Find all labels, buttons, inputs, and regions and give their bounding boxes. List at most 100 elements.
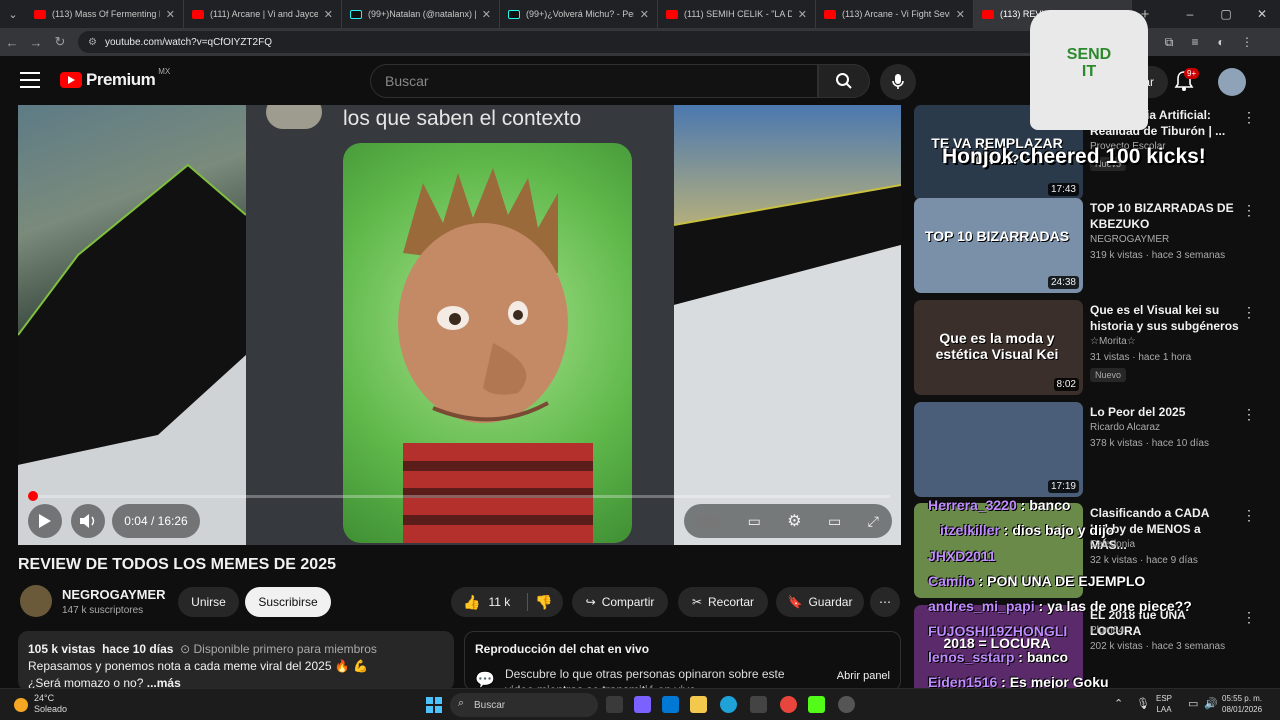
url-field[interactable]: ⚙ youtube.com/watch?v=qCfOIYZT2FQ ☆ — [78, 31, 1148, 53]
minimize-button[interactable]: – — [1172, 0, 1208, 28]
chat-message: JHXD2011 — [928, 548, 996, 564]
site-info-icon[interactable]: ⚙ — [88, 37, 97, 48]
browser-tab[interactable]: (113) Mass Of Fermenting Dreg ✕ — [26, 0, 184, 28]
subtitles-icon[interactable]: ▭ — [748, 513, 761, 530]
fullscreen-icon[interactable]: ⤢ — [868, 513, 879, 530]
more-options-icon[interactable]: ⋮ — [1242, 202, 1256, 219]
channel-name[interactable]: NEGROGAYMER — [1090, 234, 1169, 245]
join-button[interactable]: Unirse — [178, 587, 239, 617]
theater-mode-icon[interactable]: ▭ — [828, 513, 841, 530]
open-panel-button[interactable]: Abrir panel — [837, 670, 890, 682]
search-button[interactable] — [818, 64, 870, 98]
video-title[interactable]: TOP 10 BIZARRADAS DE KBEZUKO — [1090, 200, 1240, 232]
chrome-menu-icon[interactable]: ⋮ — [1234, 35, 1260, 49]
store-icon[interactable] — [662, 696, 679, 713]
browser-tab[interactable]: (111) SEMIH CELIK - "LA DOBLE ✕ — [658, 0, 816, 28]
tab-close-icon[interactable]: ✕ — [798, 8, 807, 21]
settings-gear-icon[interactable]: ⚙ — [787, 511, 801, 531]
more-actions-button[interactable]: ⋯ — [870, 587, 900, 617]
browser-tab[interactable]: (99+)Natalan (@natalanx) | Tik ✕ — [342, 0, 500, 28]
speaker-icon[interactable]: 🔊 — [1204, 697, 1218, 710]
save-button[interactable]: 🔖 Guardar — [776, 587, 864, 617]
subscribe-button[interactable]: Suscribirse — [245, 587, 331, 617]
tab-search-icon[interactable]: ⌄ — [0, 0, 26, 28]
edge-icon[interactable] — [720, 696, 737, 713]
scrubber-handle[interactable] — [28, 491, 38, 501]
language-indicator[interactable]: ESP LAA — [1156, 693, 1172, 715]
extensions-icon[interactable]: ⧉ — [1156, 35, 1182, 50]
account-avatar[interactable] — [1218, 68, 1246, 96]
channel-name[interactable]: NEGROGAYMER — [62, 587, 166, 602]
tab-close-icon[interactable]: ✕ — [166, 8, 175, 21]
country-code: MX — [158, 66, 171, 76]
browser-tab[interactable]: (99+)¿Volverá Michu? - Perspe ✕ — [500, 0, 658, 28]
more-options-icon[interactable]: ⋮ — [1242, 406, 1256, 423]
menu-icon[interactable] — [20, 72, 40, 88]
dislike-icon[interactable]: 👎 — [535, 594, 552, 611]
weather-widget[interactable]: 24°C Soleado — [34, 693, 67, 715]
media-icon[interactable]: ≡ — [1182, 35, 1208, 49]
tiktok-favicon-icon — [350, 9, 362, 19]
channel-avatar[interactable] — [20, 585, 52, 617]
more-options-icon[interactable]: ⋮ — [1242, 507, 1256, 524]
video-thumbnail[interactable]: 17:19 — [914, 402, 1083, 497]
kick-icon[interactable] — [808, 696, 825, 713]
video-title[interactable]: Lo Peor del 2025 — [1090, 404, 1240, 420]
profile-icon[interactable]: ◐ — [1208, 35, 1234, 49]
channel-name[interactable]: Caledonia — [1090, 539, 1135, 550]
channel-name[interactable]: Ricardo Alcaraz — [1090, 422, 1160, 433]
youtube-premium-logo[interactable]: Premium MX — [60, 66, 171, 90]
video-duration: 17:19 — [1047, 480, 1079, 493]
recommended-video[interactable]: TOP 10 BIZARRADAS 24:38 TOP 10 BIZARRADAS … — [914, 198, 1256, 296]
like-icon[interactable]: 👍 — [463, 594, 480, 611]
forward-icon[interactable]: → — [24, 35, 48, 50]
tiktok-favicon-icon — [508, 9, 520, 19]
video-title[interactable]: Que es el Visual kei su historia y sus s… — [1090, 302, 1240, 334]
like-count[interactable]: 11 k — [488, 595, 510, 609]
video-progress-bar[interactable] — [32, 495, 890, 498]
meme-panel: los que saben el contexto — [246, 105, 674, 545]
task-view-icon[interactable] — [606, 696, 623, 713]
tray-mic-icon[interactable]: 🎙 — [1136, 697, 1150, 710]
channel-name[interactable]: ☆Morita☆ — [1090, 336, 1136, 347]
search-input[interactable]: Buscar — [370, 64, 818, 98]
reload-icon[interactable]: ↻ — [48, 34, 72, 50]
chat-username: Herrera_3220 — [928, 497, 1017, 513]
more-options-icon[interactable]: ⋮ — [1242, 304, 1256, 321]
more-options-icon[interactable]: ⋮ — [1242, 109, 1256, 126]
close-window-button[interactable]: ✕ — [1244, 0, 1280, 28]
voice-search-button[interactable] — [880, 64, 916, 100]
copilot-icon[interactable] — [634, 696, 651, 713]
clock[interactable]: 05:55 p. m. 08/01/2026 — [1222, 693, 1262, 715]
taskbar-search[interactable]: ⌕ Buscar — [450, 693, 598, 717]
autoplay-toggle[interactable] — [697, 515, 722, 527]
share-button[interactable]: ↪ Compartir — [572, 587, 668, 617]
more-options-icon[interactable]: ⋮ — [1242, 609, 1256, 626]
obs-icon[interactable] — [838, 696, 855, 713]
browser-tab[interactable]: (113) Arcane - Vi Fight Sevika S ✕ — [816, 0, 974, 28]
channel-name[interactable]: Plum64 — [1090, 625, 1124, 636]
file-explorer-icon[interactable] — [690, 696, 707, 713]
tab-close-icon[interactable]: ✕ — [640, 8, 649, 21]
clip-button[interactable]: ✂ Recortar — [678, 587, 768, 617]
volume-button[interactable] — [71, 504, 105, 538]
play-button[interactable] — [28, 504, 62, 538]
description-box[interactable]: 105 k vistas hace 10 días ⊙ Disponible p… — [18, 631, 454, 691]
tab-close-icon[interactable]: ✕ — [482, 8, 491, 21]
maximize-button[interactable]: ▢ — [1208, 0, 1244, 28]
recommended-video[interactable]: Que es la moda y estética Visual Kei 8:02… — [914, 300, 1256, 398]
video-thumbnail[interactable]: Que es la moda y estética Visual Kei 8:02 — [914, 300, 1083, 395]
chrome-icon[interactable] — [780, 696, 797, 713]
tab-title: (99+)¿Volverá Michu? - Perspe — [526, 9, 634, 19]
browser-tab[interactable]: (111) Arcane | Vi and Jayce Figh ✕ — [184, 0, 342, 28]
windows-start-icon[interactable] — [426, 697, 442, 713]
video-thumbnail[interactable]: TOP 10 BIZARRADAS 24:38 — [914, 198, 1083, 293]
recommended-video[interactable]: 17:19 Lo Peor del 2025 Ricardo Alcaraz 378 … — [914, 402, 1256, 500]
tab-close-icon[interactable]: ✕ — [324, 8, 333, 21]
video-player[interactable]: los que saben el contexto — [18, 105, 901, 545]
tab-close-icon[interactable]: ✕ — [956, 8, 965, 21]
snipping-tool-icon[interactable] — [750, 696, 767, 713]
tray-overflow-icon[interactable]: ⌃ — [1114, 697, 1123, 710]
network-icon[interactable]: ▭ — [1188, 697, 1198, 710]
back-icon[interactable]: ← — [0, 35, 24, 50]
